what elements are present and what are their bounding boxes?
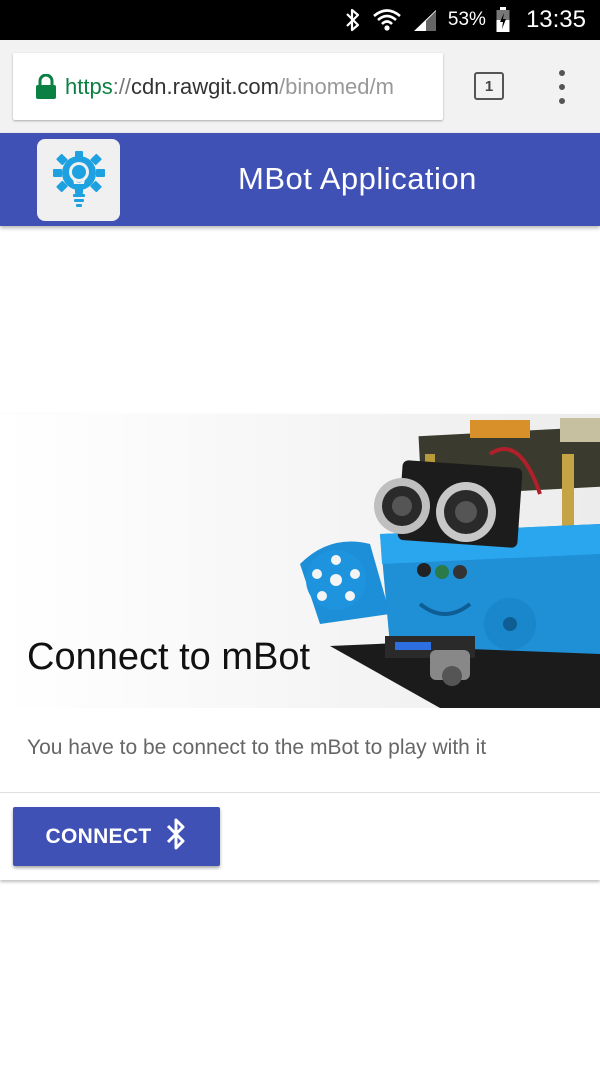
url-separator: :// [112, 73, 132, 99]
card-title: Connect to mBot [27, 636, 311, 678]
lock-icon [35, 73, 57, 100]
overflow-menu-icon[interactable] [552, 70, 572, 104]
gear-bulb-icon [52, 151, 105, 207]
url-path: /binomed/m [279, 73, 394, 99]
wifi-icon [372, 7, 402, 33]
tab-switcher-button[interactable]: 1 [474, 72, 504, 100]
mbot-image: Connect to mBot [0, 414, 600, 708]
url-host: cdn.rawgit.com [131, 73, 279, 99]
app-title: MBot Application [238, 161, 477, 196]
app-logo [37, 139, 120, 221]
app-header: MBot Application [0, 133, 600, 226]
address-bar[interactable]: https://cdn.rawgit.com/binomed/m [13, 53, 443, 120]
url-text: https://cdn.rawgit.com/binomed/m [65, 74, 394, 100]
connect-button-label: CONNECT [45, 824, 152, 848]
card-divider [0, 792, 600, 793]
bluetooth-icon [165, 817, 187, 856]
connect-button[interactable]: CONNECT [13, 807, 220, 866]
clock: 13:35 [525, 6, 586, 33]
battery-icon [496, 7, 510, 33]
card-description: You have to be connect to the mBot to pl… [27, 736, 487, 759]
battery-percent: 53% [447, 9, 486, 30]
browser-toolbar: https://cdn.rawgit.com/binomed/m 1 [0, 40, 600, 133]
url-scheme: https [65, 73, 113, 99]
bluetooth-icon [344, 7, 362, 33]
connect-card: Connect to mBot You have to be connect t… [0, 414, 600, 880]
signal-icon [412, 8, 438, 32]
status-bar: 53% 13:35 [0, 0, 600, 40]
